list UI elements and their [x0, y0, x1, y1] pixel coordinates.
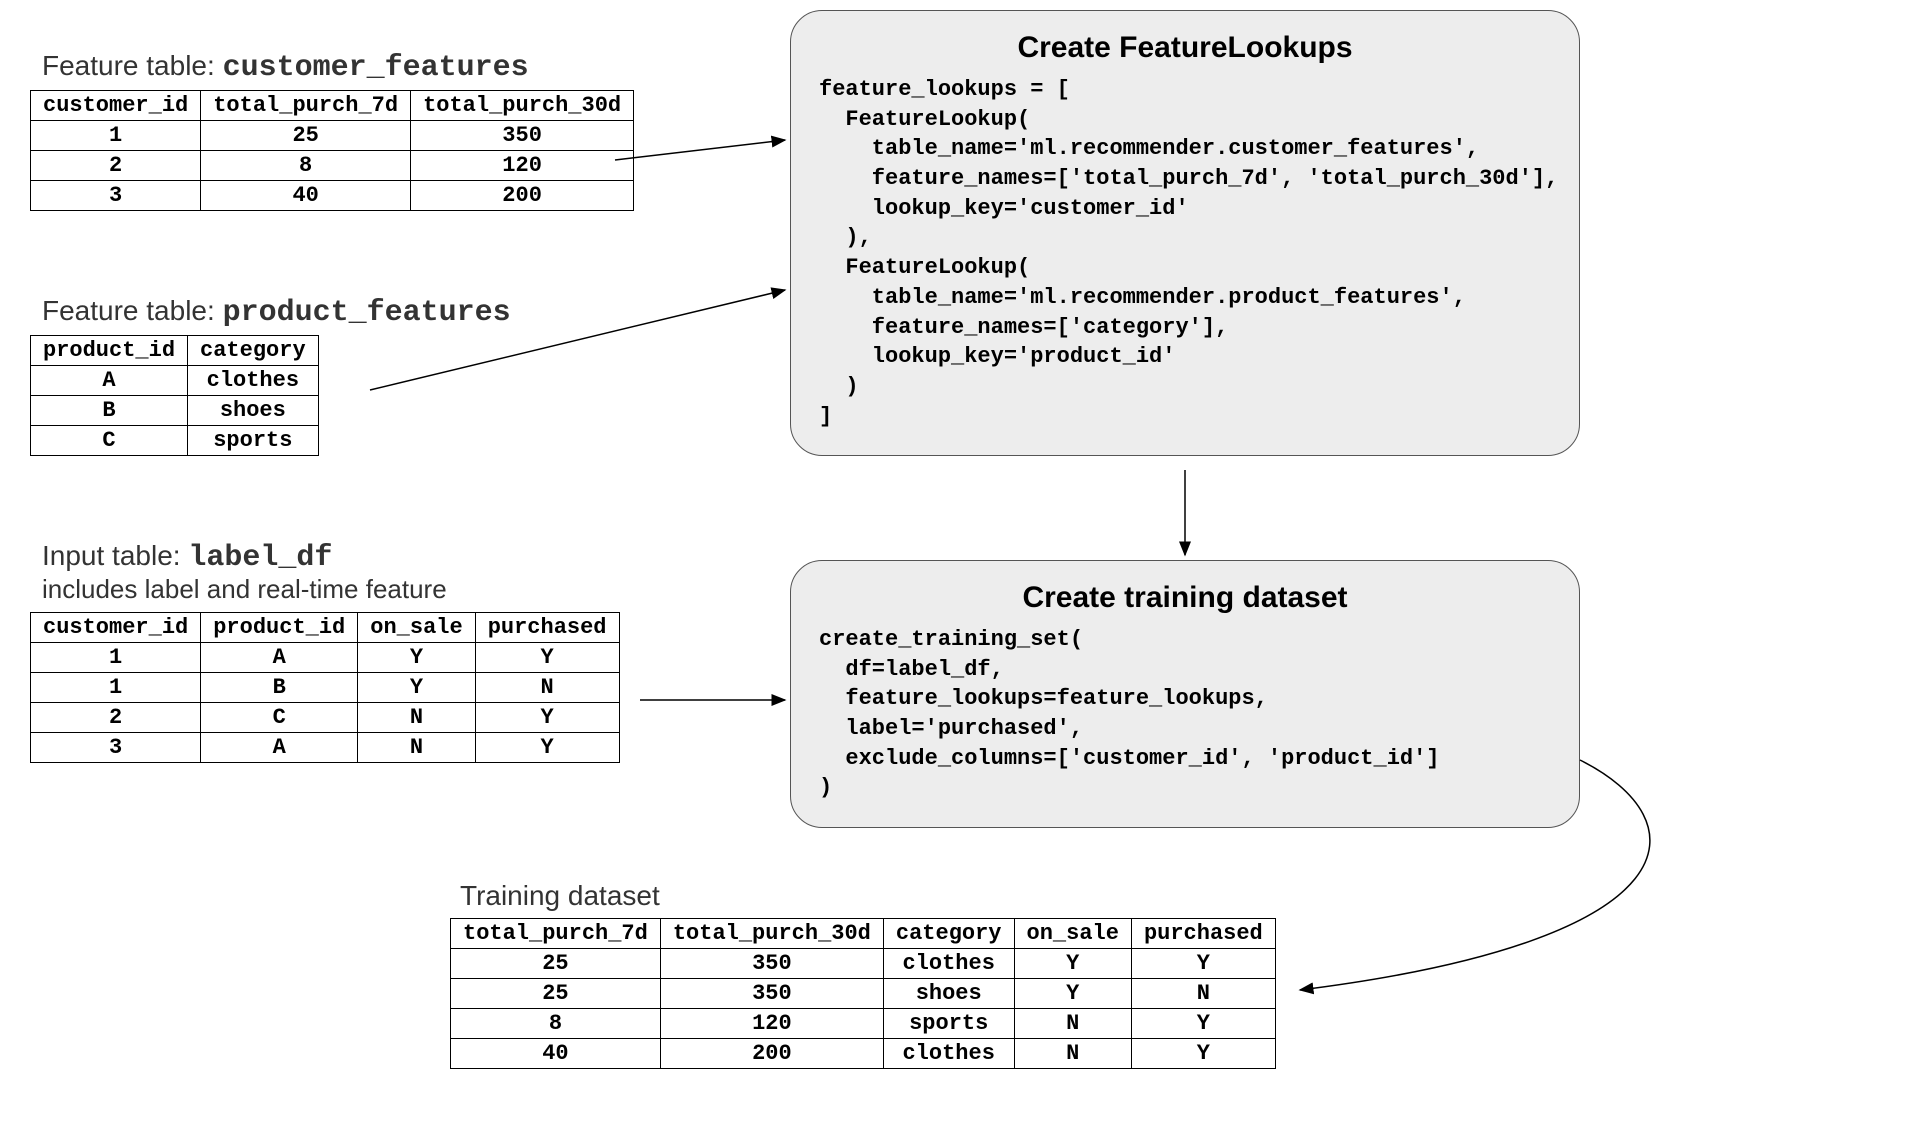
table-row: 1 25 350 [31, 121, 634, 151]
col-header: customer_id [31, 613, 201, 643]
table-row: 25 350 shoes Y N [451, 979, 1276, 1009]
col-header: category [883, 919, 1014, 949]
create-training-dataset-title: Create training dataset [819, 581, 1551, 615]
table-header-row: customer_id product_id on_sale purchased [31, 613, 620, 643]
product-features-caption-prefix: Feature table: [42, 295, 223, 326]
table-row: 2 8 120 [31, 151, 634, 181]
create-training-dataset-code: create_training_set( df=label_df, featur… [819, 625, 1551, 803]
table-row: 3 A N Y [31, 733, 620, 763]
col-header: purchased [475, 613, 619, 643]
table-row: 3 40 200 [31, 181, 634, 211]
label-df-table: customer_id product_id on_sale purchased… [30, 612, 620, 763]
create-featurelookups-box: Create FeatureLookups feature_lookups = … [790, 10, 1580, 456]
label-df-subcaption: includes label and real-time feature [42, 574, 447, 605]
customer-features-caption-prefix: Feature table: [42, 50, 223, 81]
table-row: 2 C N Y [31, 703, 620, 733]
col-header: total_purch_30d [660, 919, 883, 949]
table-header-row: customer_id total_purch_7d total_purch_3… [31, 91, 634, 121]
col-header: total_purch_7d [201, 91, 411, 121]
col-header: customer_id [31, 91, 201, 121]
table-header-row: total_purch_7d total_purch_30d category … [451, 919, 1276, 949]
col-header: on_sale [358, 613, 475, 643]
create-featurelookups-code: feature_lookups = [ FeatureLookup( table… [819, 75, 1551, 431]
label-df-caption: Input table: label_df [42, 540, 332, 575]
col-header: category [188, 336, 319, 366]
col-header: on_sale [1014, 919, 1131, 949]
label-df-caption-mono: label_df [188, 541, 332, 575]
table-row: A clothes [31, 366, 319, 396]
training-dataset-table: total_purch_7d total_purch_30d category … [450, 918, 1276, 1069]
create-featurelookups-title: Create FeatureLookups [819, 31, 1551, 65]
col-header: total_purch_30d [411, 91, 634, 121]
table-header-row: product_id category [31, 336, 319, 366]
table-row: B shoes [31, 396, 319, 426]
table-row: C sports [31, 426, 319, 456]
col-header: purchased [1131, 919, 1275, 949]
customer-features-caption: Feature table: customer_features [42, 50, 529, 85]
product-features-caption-mono: product_features [223, 296, 511, 330]
product-features-table: product_id category A clothes B shoes C … [30, 335, 319, 456]
table-row: 40 200 clothes N Y [451, 1039, 1276, 1069]
label-df-caption-prefix: Input table: [42, 540, 188, 571]
col-header: product_id [31, 336, 188, 366]
col-header: total_purch_7d [451, 919, 661, 949]
diagram-stage: Feature table: customer_features custome… [0, 0, 1920, 1127]
table-row: 1 A Y Y [31, 643, 620, 673]
table-row: 25 350 clothes Y Y [451, 949, 1276, 979]
col-header: product_id [201, 613, 358, 643]
customer-features-table: customer_id total_purch_7d total_purch_3… [30, 90, 634, 211]
create-training-dataset-box: Create training dataset create_training_… [790, 560, 1580, 828]
product-features-caption: Feature table: product_features [42, 295, 511, 330]
arrow-customer-to-lookups [615, 140, 785, 160]
training-dataset-caption: Training dataset [460, 880, 660, 912]
customer-features-caption-mono: customer_features [223, 51, 529, 85]
table-row: 1 B Y N [31, 673, 620, 703]
table-row: 8 120 sports N Y [451, 1009, 1276, 1039]
